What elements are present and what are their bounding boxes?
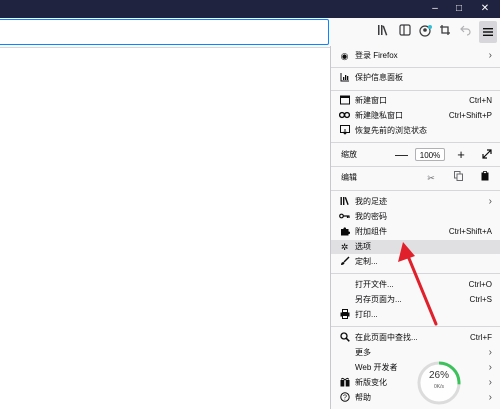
menu-item-label: 打开文件...	[355, 280, 394, 289]
edit-label: 编辑	[341, 173, 357, 182]
menu-item-restore-session[interactable]: 恢复先前的浏览状态	[331, 124, 500, 138]
progress-ring	[417, 361, 461, 405]
menu-item-label: Web 开发者	[355, 363, 398, 372]
maximize-button[interactable]: □	[446, 0, 472, 18]
account-sync-icon[interactable]	[417, 24, 433, 40]
menu-item-library[interactable]: 我的足迹 ›	[331, 195, 500, 209]
dashboard-chart-icon	[339, 72, 350, 84]
annotation-arrow	[398, 242, 438, 326]
chevron-right-icon: ›	[488, 362, 492, 373]
menu-item-label: 帮助	[355, 393, 371, 402]
help-icon: ?	[339, 392, 350, 404]
menu-item-label: 新建窗口	[355, 96, 387, 105]
menu-item-label: 更多	[355, 348, 371, 357]
app-menu-panel: ◉ 登录 Firefox › 保护信息面板 新建窗口 Ctrl+N 新建隐私窗口…	[330, 46, 500, 409]
zoom-out-button[interactable]: —	[395, 148, 408, 162]
progress-percent: 26%	[428, 370, 449, 381]
svg-text:?: ?	[343, 395, 347, 402]
menu-item-signin[interactable]: ◉ 登录 Firefox ›	[331, 49, 500, 63]
puzzle-piece-icon	[339, 226, 350, 238]
menu-item-protection-dashboard[interactable]: 保护信息面板	[331, 71, 500, 85]
cut-icon[interactable]: ✂	[425, 171, 437, 185]
menu-item-new-private-window[interactable]: 新建隐私窗口 Ctrl+Shift+P	[331, 109, 500, 123]
menu-item-label: 定制...	[355, 257, 378, 266]
menu-item-logins[interactable]: 我的密码	[331, 210, 500, 224]
menu-item-label: 登录 Firefox	[355, 51, 398, 60]
chevron-right-icon: ›	[488, 50, 492, 61]
menu-item-label: 保护信息面板	[355, 73, 403, 82]
fullscreen-icon[interactable]	[481, 148, 493, 162]
url-bar[interactable]	[0, 19, 329, 45]
library-icon[interactable]	[376, 24, 392, 40]
menu-item-addons[interactable]: 附加组件 Ctrl+Shift+A	[331, 225, 500, 239]
menu-divider	[331, 90, 500, 91]
zoom-in-button[interactable]: +	[455, 148, 467, 162]
search-icon	[339, 332, 350, 344]
screenshot-crop-icon[interactable]	[437, 24, 453, 40]
account-icon: ◉	[340, 51, 349, 61]
hamburger-menu-button[interactable]	[479, 21, 497, 43]
menu-item-more[interactable]: 更多 ›	[331, 346, 500, 360]
progress-speed: 0K/s	[433, 384, 444, 390]
minimize-button[interactable]: –	[422, 0, 448, 18]
menu-item-label: 新建隐私窗口	[355, 111, 403, 120]
menu-item-find[interactable]: 在此页面中查找... Ctrl+F	[331, 331, 500, 345]
menu-divider	[331, 166, 500, 167]
menu-item-edit: 编辑 ✂	[331, 171, 500, 185]
menu-item-label: 我的密码	[355, 212, 387, 221]
zoom-label: 缩放	[341, 150, 357, 159]
shortcut-label: Ctrl+N	[469, 96, 492, 105]
chevron-right-icon: ›	[488, 196, 492, 207]
shortcut-label: Ctrl+O	[468, 280, 492, 289]
menu-item-new-window[interactable]: 新建窗口 Ctrl+N	[331, 94, 500, 108]
shortcut-label: Ctrl+Shift+P	[448, 111, 492, 120]
menu-item-label: 恢复先前的浏览状态	[355, 126, 427, 135]
menu-divider	[331, 67, 500, 68]
chevron-right-icon: ›	[488, 392, 492, 403]
gift-icon	[339, 377, 350, 389]
close-button[interactable]: ✕	[472, 0, 498, 18]
library-icon	[339, 196, 350, 208]
paintbrush-icon	[339, 256, 350, 268]
restore-session-icon	[339, 125, 350, 137]
sidebar-icon[interactable]	[397, 24, 413, 40]
shortcut-label: Ctrl+Shift+A	[448, 227, 492, 236]
copy-icon[interactable]	[452, 171, 464, 185]
menu-item-zoom: 缩放 — 100% +	[331, 148, 500, 162]
menu-item-label: 选项	[355, 242, 371, 251]
chevron-right-icon: ›	[488, 377, 492, 388]
menu-item-label: 打印...	[355, 310, 378, 319]
menu-item-label: 我的足迹	[355, 197, 387, 206]
menu-item-label: 在此页面中查找...	[355, 333, 418, 342]
chevron-right-icon: ›	[488, 347, 492, 358]
printer-icon	[339, 309, 350, 321]
shortcut-label: Ctrl+F	[470, 333, 492, 342]
key-icon	[339, 211, 350, 223]
paste-icon[interactable]	[479, 171, 491, 185]
new-window-icon	[339, 95, 350, 107]
gear-icon: ✲	[340, 242, 349, 252]
menu-divider	[331, 190, 500, 191]
zoom-reset-button[interactable]: 100%	[415, 148, 445, 161]
menu-divider	[331, 142, 500, 143]
menu-item-label: 新版变化	[355, 378, 387, 387]
back-arrow-icon[interactable]	[458, 24, 474, 40]
menu-item-label: 附加组件	[355, 227, 387, 236]
private-mask-icon	[338, 110, 351, 122]
shortcut-label: Ctrl+S	[469, 295, 492, 304]
